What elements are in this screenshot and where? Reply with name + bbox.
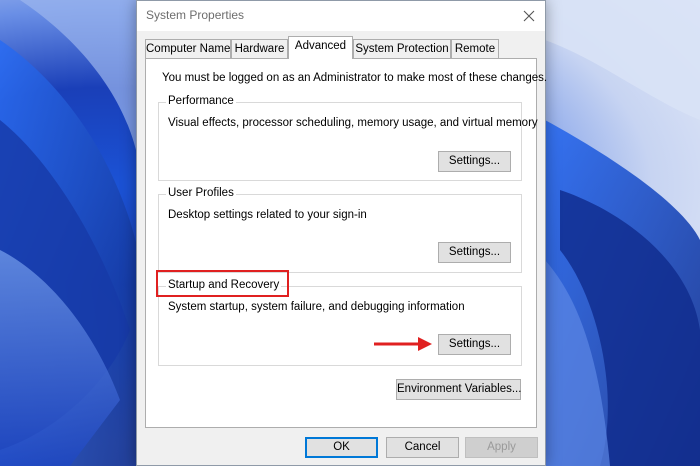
- close-icon: [523, 10, 535, 22]
- tab-computer-name[interactable]: Computer Name: [145, 39, 231, 58]
- admin-note: You must be logged on as an Administrato…: [162, 72, 548, 84]
- tab-advanced[interactable]: Advanced: [288, 36, 353, 59]
- performance-settings-button[interactable]: Settings...: [438, 151, 511, 172]
- arrow-right-icon: [374, 337, 432, 351]
- performance-label: Performance: [166, 95, 236, 107]
- performance-description: Visual effects, processor scheduling, me…: [168, 117, 538, 129]
- user-profiles-description: Desktop settings related to your sign-in: [168, 209, 367, 221]
- user-profiles-group: User Profiles Desktop settings related t…: [158, 187, 522, 273]
- title-bar[interactable]: System Properties: [137, 1, 545, 31]
- startup-recovery-label: Startup and Recovery: [166, 279, 282, 291]
- cancel-button[interactable]: Cancel: [386, 437, 459, 458]
- tab-system-protection[interactable]: System Protection: [353, 39, 451, 58]
- advanced-tab-panel: You must be logged on as an Administrato…: [145, 58, 547, 428]
- tab-hardware[interactable]: Hardware: [231, 39, 288, 58]
- system-properties-dialog: System Properties Computer Name Hardware…: [136, 0, 547, 466]
- performance-group: Performance Visual effects, processor sc…: [158, 95, 538, 181]
- tab-remote[interactable]: Remote: [451, 39, 499, 58]
- window-title: System Properties: [146, 8, 245, 22]
- user-profiles-settings-button[interactable]: Settings...: [438, 242, 511, 263]
- environment-variables-button[interactable]: Environment Variables...: [396, 379, 521, 400]
- ok-button[interactable]: OK: [305, 437, 378, 458]
- startup-recovery-description: System startup, system failure, and debu…: [168, 301, 465, 313]
- startup-recovery-group: Startup and Recovery System startup, sys…: [158, 279, 522, 366]
- startup-recovery-settings-button[interactable]: Settings...: [438, 334, 511, 355]
- user-profiles-label: User Profiles: [166, 187, 236, 199]
- apply-button[interactable]: Apply: [465, 437, 538, 458]
- close-button[interactable]: [513, 1, 545, 31]
